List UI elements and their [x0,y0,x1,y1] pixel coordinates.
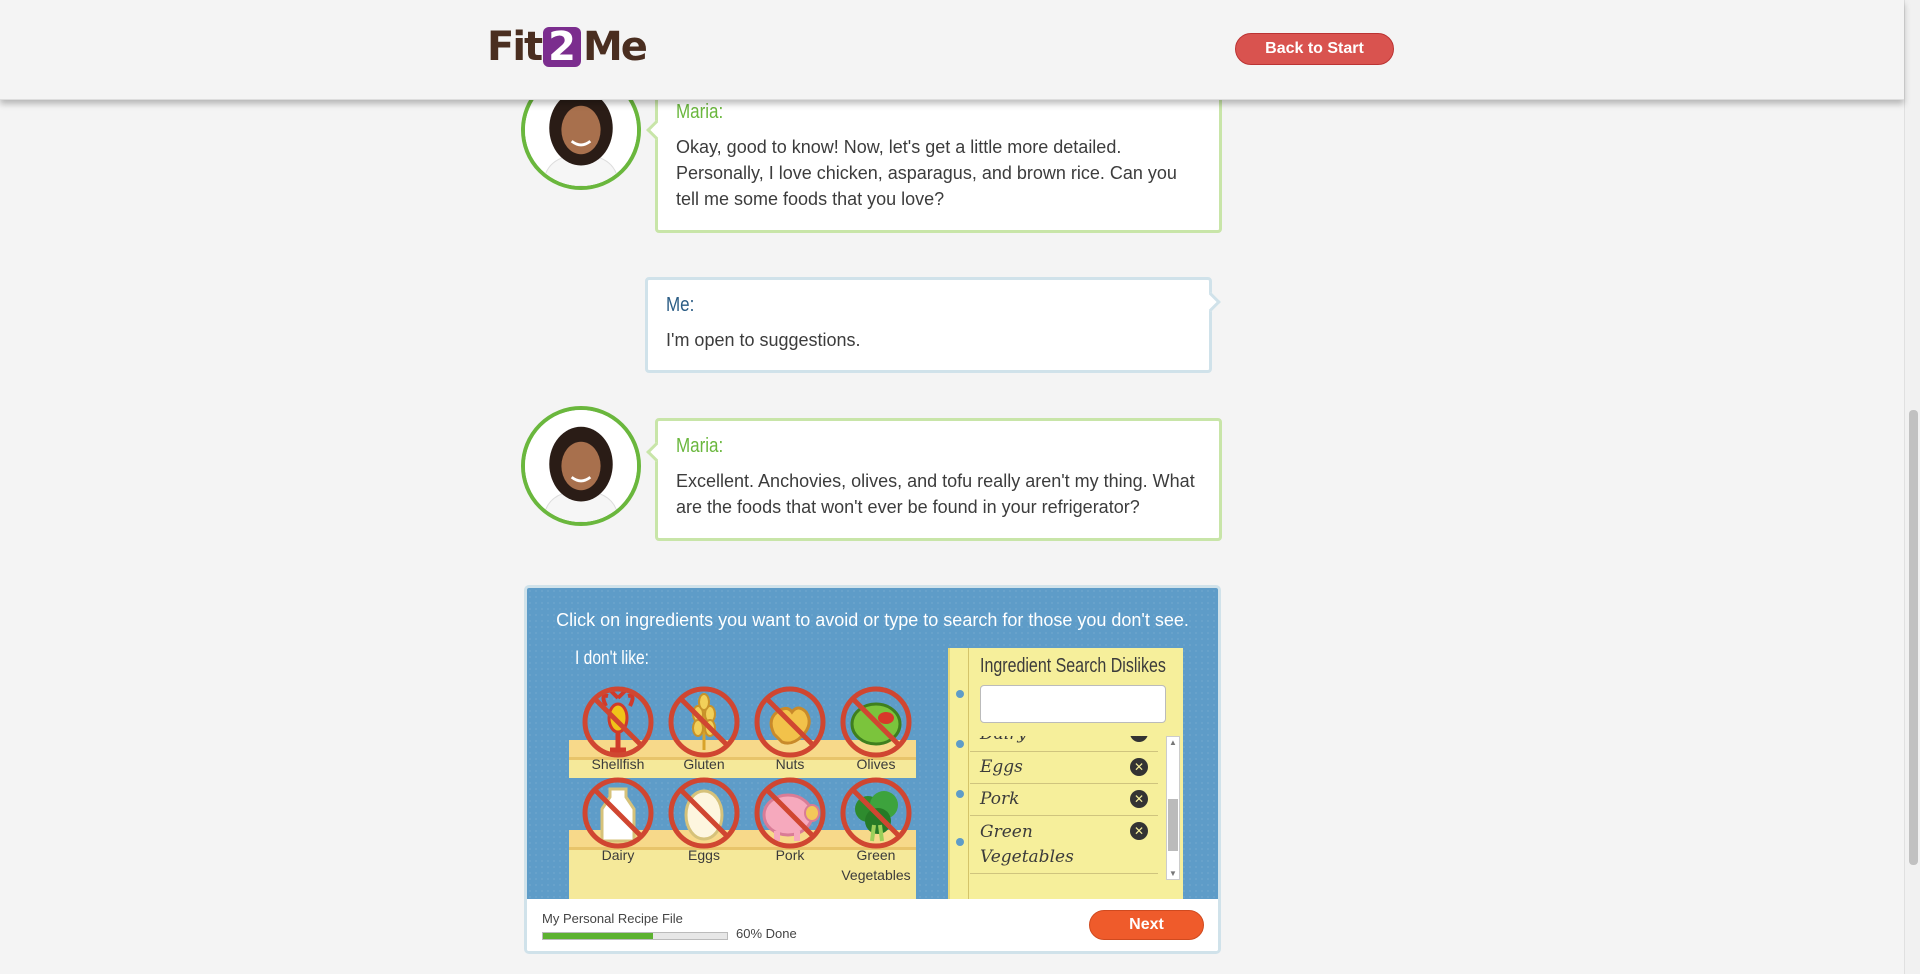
chat-bubble-maria: Maria: Excellent. Anchovies, olives, and… [646,418,1222,541]
broccoli-icon [838,775,914,851]
milk-bottle-icon [580,775,656,851]
logo-text-me: Me [583,24,648,70]
dislike-label: I don't like: [575,648,649,669]
ingredient-nuts[interactable]: Nuts [747,684,833,774]
ingredient-search-notepad: Ingredient Search Dislikes Dairy ✕ Eggs … [948,648,1183,899]
close-circle-icon[interactable]: ✕ [1130,758,1148,776]
chat-bubble-me: Me: I'm open to suggestions. [645,277,1221,373]
site-header: Fit 2 Me Back to Start [0,0,1904,100]
dislike-name: Pork [980,789,1020,809]
notepad-hole [956,740,964,748]
chat-message: I'm open to suggestions. [666,330,861,350]
notepad-hole [956,838,964,846]
ingredient-search-title: Ingredient Search Dislikes [980,655,1166,677]
notepad-hole [956,690,964,698]
close-circle-icon[interactable]: ✕ [1130,790,1148,808]
lobster-icon [580,684,656,760]
ingredient-eggs[interactable]: Eggs [661,775,747,865]
dislike-name: Dairy [980,736,1027,744]
ingredient-pork[interactable]: Pork [747,775,833,865]
fit2me-logo[interactable]: Fit 2 Me [487,24,648,70]
ingredient-dairy[interactable]: Dairy [575,775,661,865]
ingredient-picker: Click on ingredients you want to avoid o… [527,588,1218,899]
egg-icon [666,775,742,851]
scroll-down-arrow-icon[interactable]: ▼ [1169,869,1177,878]
panel-footer: My Personal Recipe File 60% Done Next [527,899,1218,951]
close-circle-icon[interactable]: ✕ [1130,736,1148,742]
list-item: Eggs ✕ [970,752,1158,784]
dislike-name: Eggs [980,757,1023,777]
logo-text-fit: Fit [487,24,543,70]
maria-avatar [521,406,641,526]
chat-speaker: Me: [666,294,695,316]
recipe-file-label: My Personal Recipe File [542,911,683,926]
chat-message: Okay, good to know! Now, let's get a lit… [676,137,1177,209]
list-item: Pork ✕ [970,784,1158,816]
wheat-icon [666,684,742,760]
list-item: Green Vegetables [970,816,1110,874]
pig-icon [752,775,828,851]
chat-bubble-maria: Maria: Okay, good to know! Now, let's ge… [646,96,1222,233]
notepad-hole [956,790,964,798]
next-button[interactable]: Next [1089,910,1204,940]
page-scrollbar-thumb[interactable] [1909,410,1918,865]
chat-message: Excellent. Anchovies, olives, and tofu r… [676,471,1195,517]
ingredient-shellfish[interactable]: Shellfish [575,684,661,774]
selected-dislikes-list: Dairy ✕ Eggs ✕ Pork ✕ Green Vegetables ✕ [970,736,1166,880]
progress-fill [543,933,654,939]
olive-icon [838,684,914,760]
ingredient-gluten[interactable]: Gluten [661,684,747,774]
close-circle-icon[interactable]: ✕ [1130,822,1148,840]
ingredient-dislikes-panel: Click on ingredients you want to avoid o… [524,585,1221,954]
panel-instruction: Click on ingredients you want to avoid o… [556,610,1189,630]
peanut-icon [752,684,828,760]
chat-speaker: Maria: [676,101,724,123]
ingredient-search-input[interactable] [980,685,1166,723]
list-item: Dairy ✕ [970,736,1158,752]
ingredient-olives[interactable]: Olives [833,684,919,774]
chat-speaker: Maria: [676,435,724,457]
scrollbar-thumb[interactable] [1168,799,1178,851]
back-to-start-button[interactable]: Back to Start [1235,33,1394,65]
ingredient-green-vegetables[interactable]: Green Vegetables [833,775,919,885]
logo-text-two: 2 [543,27,581,67]
progress-text: 60% Done [736,926,797,941]
dislikes-list-scrollbar[interactable]: ▲ ▼ [1166,736,1180,880]
page-scrollbar[interactable] [1904,0,1920,974]
dislike-name: Green Vegetables [980,822,1074,867]
scroll-up-arrow-icon[interactable]: ▲ [1169,738,1177,747]
progress-bar [542,932,728,940]
maria-portrait-image [525,410,637,522]
